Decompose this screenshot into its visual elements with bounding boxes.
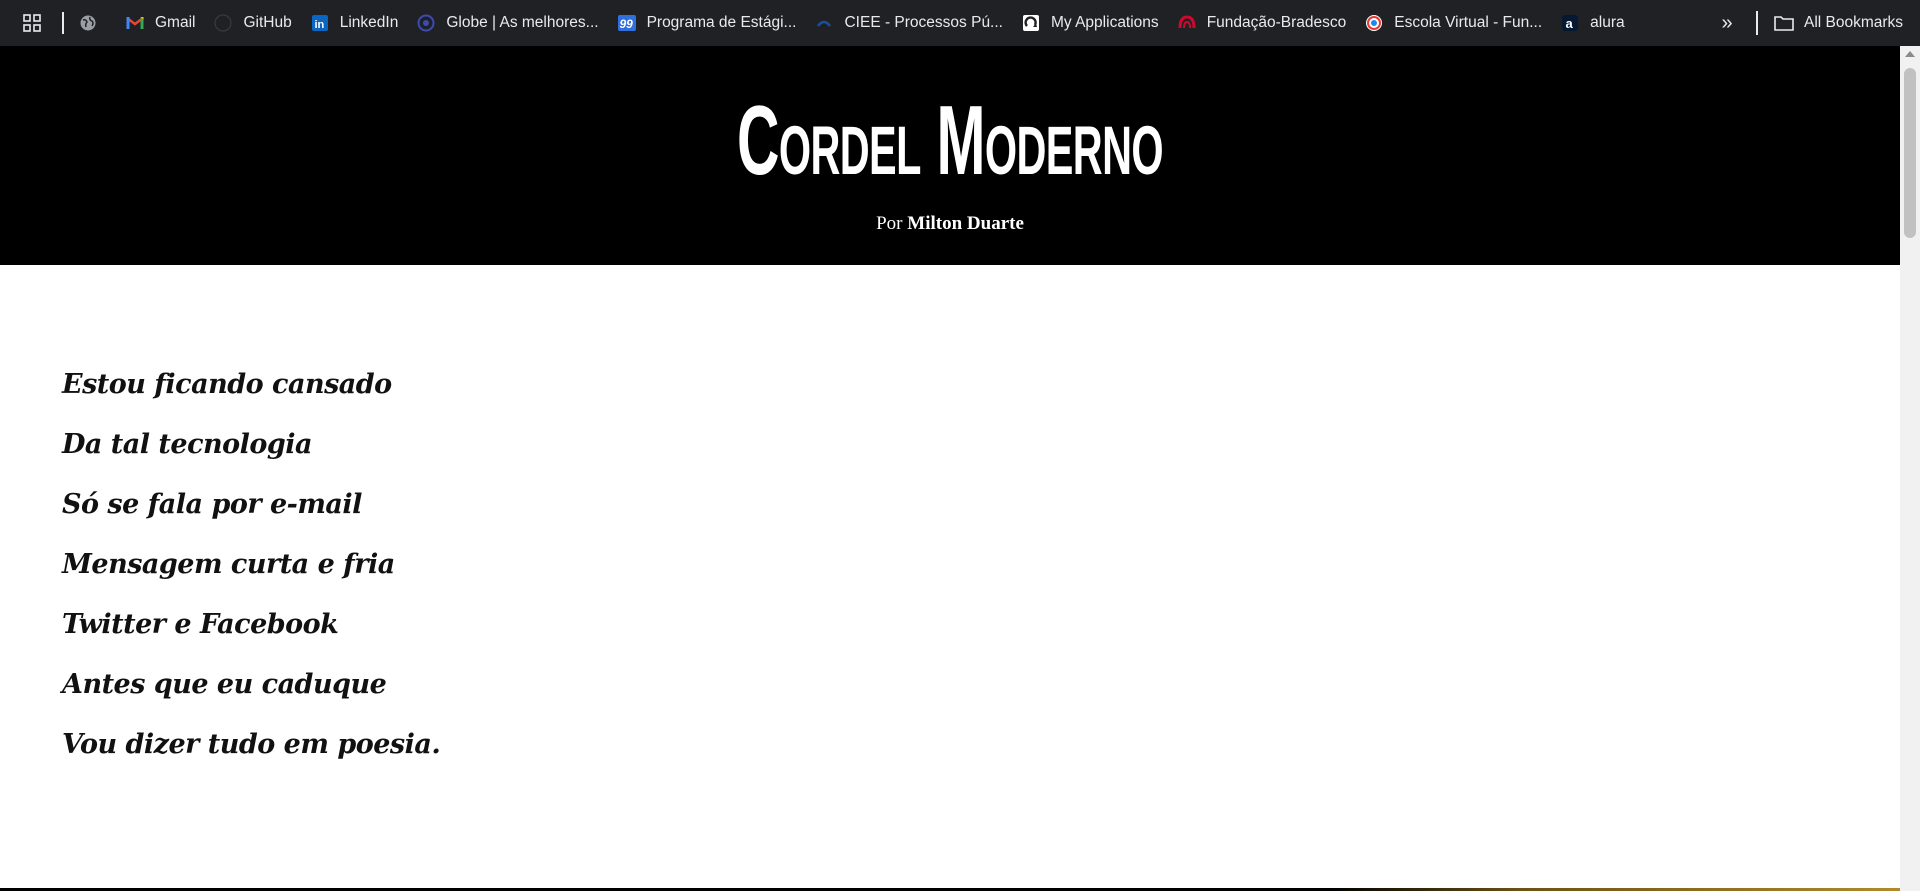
byline: Por Milton Duarte (876, 213, 1024, 235)
bookmark-escola-virtual[interactable]: Escola Virtual - Fun... (1355, 8, 1551, 38)
poem-line: Antes que eu caduque (62, 669, 387, 700)
gmail-icon (125, 13, 145, 33)
scroll-up-arrow-icon[interactable] (1905, 51, 1915, 57)
svg-text:a: a (1566, 16, 1574, 31)
ciee-icon (814, 13, 834, 33)
bookmark-ciee[interactable]: CIEE - Processos Pú... (805, 8, 1012, 38)
bookmark-label: Gmail (155, 14, 196, 31)
site-header: Cordel Moderno Por Milton Duarte (0, 46, 1900, 265)
poem-line: Vou dizer tudo em poesia. (62, 729, 441, 760)
linkedin-icon: in (310, 13, 330, 33)
poem: Estou ficando cansado Da tal tecnologia … (62, 355, 441, 775)
bookmark-label: Escola Virtual - Fun... (1394, 14, 1543, 31)
folder-icon (1774, 13, 1794, 33)
vertical-scrollbar[interactable] (1900, 46, 1920, 891)
poem-line: Mensagem curta e fria (62, 549, 395, 580)
bookmark-label: alura (1590, 14, 1625, 31)
scrollbar-thumb[interactable] (1904, 68, 1916, 238)
escola-virtual-icon (1364, 13, 1384, 33)
bookmark-label: My Applications (1050, 14, 1159, 31)
bookmark-label: CIEE - Processos Pú... (844, 14, 1003, 31)
chevron-double-right-icon: » (1721, 11, 1733, 34)
bradesco-icon (1177, 13, 1197, 33)
svg-text:99: 99 (619, 17, 633, 31)
poem-line: Da tal tecnologia (62, 429, 313, 460)
globe-icon (78, 13, 98, 33)
bookmark-linkedin[interactable]: in LinkedIn (301, 8, 408, 38)
poem-line: Twitter e Facebook (62, 609, 339, 640)
bookmark-estagio[interactable]: 99 Programa de Estági... (608, 8, 806, 38)
bookmark-gmail[interactable]: Gmail (116, 8, 204, 38)
bookmark-my-applications[interactable]: My Applications (1012, 8, 1168, 38)
bookmarks-divider (62, 12, 64, 34)
applications-icon (1021, 13, 1041, 33)
globe-site-icon (416, 13, 436, 33)
byline-prefix: Por (876, 213, 903, 234)
alura-icon: a (1560, 13, 1580, 33)
poem-line: Só se fala por e-mail (62, 489, 362, 520)
99-icon: 99 (617, 13, 637, 33)
more-bookmarks-button[interactable]: » (1712, 8, 1742, 38)
bookmark-label: Fundação-Bradesco (1206, 14, 1347, 31)
all-bookmarks-label: All Bookmarks (1804, 14, 1904, 31)
bookmark-alura[interactable]: a alura (1551, 8, 1633, 38)
page-title: Cordel Moderno (737, 85, 1164, 195)
bookmark-label: LinkedIn (339, 14, 399, 31)
bookmark-globe[interactable]: Globe | As melhores... (407, 8, 607, 38)
all-bookmarks-button[interactable]: All Bookmarks (1774, 8, 1903, 38)
bookmarks-divider (1756, 11, 1758, 35)
bookmark-fundacao-bradesco[interactable]: Fundação-Bradesco (1168, 8, 1356, 38)
bookmark-label: Programa de Estági... (646, 14, 797, 31)
bookmark-label: Globe | As melhores... (446, 14, 599, 31)
apps-grid-icon[interactable] (20, 11, 44, 35)
bookmark-label: GitHub (243, 14, 292, 31)
svg-text:in: in (314, 19, 324, 31)
github-icon (213, 13, 233, 33)
author-name: Milton Duarte (907, 213, 1024, 234)
globe-bookmark[interactable] (78, 8, 116, 38)
bookmarks-bar: Gmail GitHub in LinkedIn Globe | As melh… (0, 0, 1920, 46)
bookmark-github[interactable]: GitHub (204, 8, 300, 38)
poem-line: Estou ficando cansado (62, 369, 392, 400)
